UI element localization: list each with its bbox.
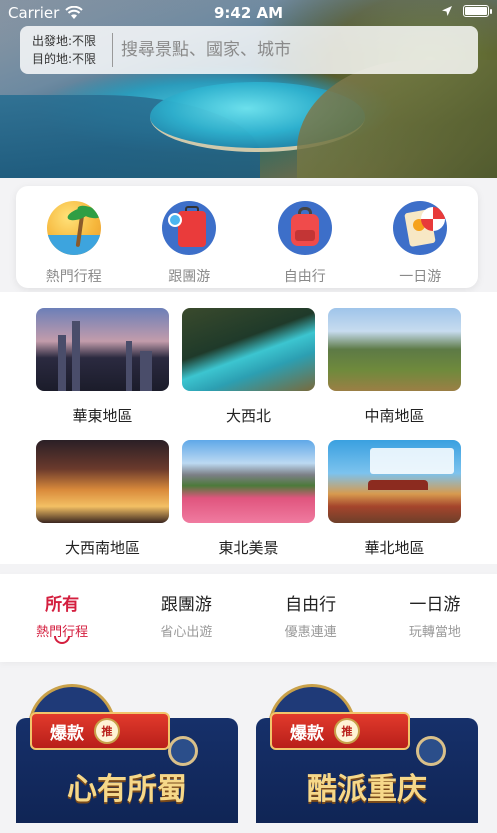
region-central-south[interactable]: 中南地區 bbox=[328, 308, 461, 426]
category-label: 一日游 bbox=[399, 269, 442, 285]
promo-title: 心有所蜀 bbox=[67, 772, 187, 807]
region-southwest[interactable]: 大西南地區 bbox=[36, 440, 169, 558]
depart-filter[interactable]: 出發地: 不限 bbox=[32, 32, 112, 50]
region-northeast[interactable]: 東北美景 bbox=[182, 440, 315, 558]
battery-icon bbox=[463, 5, 492, 17]
promo-card[interactable]: 爆款 推 酷派重庆 bbox=[256, 680, 478, 833]
region-grid: 華東地區 大西北 中南地區 大西南地區 東北美景 華北地區 bbox=[0, 292, 497, 564]
hero-cliff bbox=[297, 60, 497, 178]
destination-label: 目的地: bbox=[32, 52, 73, 66]
region-label: 大西北 bbox=[225, 407, 271, 425]
tab-all[interactable]: 所有 熱門行程 bbox=[7, 574, 117, 662]
hero-banner: Carrier 9:42 AM 出發地: 不限 目的地: 不限 bbox=[0, 0, 497, 178]
hot-badge-label: 爆款 bbox=[50, 723, 84, 744]
region-label: 中南地區 bbox=[364, 407, 425, 425]
recommend-tag: 推 bbox=[94, 718, 120, 744]
region-image bbox=[182, 440, 315, 523]
category-label: 熱門行程 bbox=[45, 269, 102, 285]
luggage-icon bbox=[162, 201, 217, 255]
region-image bbox=[328, 440, 461, 523]
depart-label: 出發地: bbox=[32, 34, 73, 48]
region-northwest[interactable]: 大西北 bbox=[182, 308, 315, 426]
tab-subtitle: 玩轉當地 bbox=[408, 625, 461, 640]
ticket-umbrella-icon bbox=[393, 201, 448, 255]
tab-title: 所有 bbox=[45, 595, 80, 615]
status-right bbox=[441, 5, 492, 17]
tab-title: 自由行 bbox=[285, 595, 337, 615]
region-label: 東北美景 bbox=[218, 539, 279, 557]
category-free-travel[interactable]: 自由行 bbox=[255, 201, 355, 286]
region-image bbox=[36, 440, 169, 523]
tab-subtitle: 省心出遊 bbox=[160, 625, 213, 640]
category-day-trip[interactable]: 一日游 bbox=[370, 201, 470, 286]
search-bar: 出發地: 不限 目的地: 不限 bbox=[20, 26, 478, 74]
backpack-icon bbox=[277, 201, 332, 255]
category-group-tour[interactable]: 跟團游 bbox=[139, 201, 239, 286]
promo-list: 爆款 推 心有所蜀 爆款 推 酷派重庆 bbox=[0, 680, 497, 833]
region-label: 大西南地區 bbox=[64, 539, 140, 557]
tab-title: 跟團游 bbox=[160, 595, 212, 615]
cloud-ornament-icon bbox=[416, 736, 446, 766]
search-divider bbox=[112, 33, 113, 67]
category-card: 熱門行程 跟團游 自由行 一日游 bbox=[16, 186, 478, 288]
destination-value: 不限 bbox=[72, 52, 97, 66]
cloud-ornament-icon bbox=[168, 736, 198, 766]
palm-beach-icon bbox=[46, 201, 101, 255]
region-north-china[interactable]: 華北地區 bbox=[328, 440, 461, 558]
region-label: 華北地區 bbox=[364, 539, 425, 557]
active-indicator-icon bbox=[54, 636, 71, 644]
search-input[interactable] bbox=[121, 40, 478, 60]
status-bar: Carrier 9:42 AM bbox=[0, 0, 497, 26]
region-label: 華東地區 bbox=[72, 407, 133, 425]
destination-filter[interactable]: 目的地: 不限 bbox=[32, 50, 112, 68]
recommend-tag: 推 bbox=[334, 718, 360, 744]
hot-badge: 爆款 推 bbox=[30, 712, 170, 750]
region-image bbox=[36, 308, 169, 391]
category-hot-tours[interactable]: 熱門行程 bbox=[24, 201, 124, 286]
region-image bbox=[328, 308, 461, 391]
status-time: 9:42 AM bbox=[213, 4, 284, 22]
tab-free-travel[interactable]: 自由行 優惠連連 bbox=[256, 574, 366, 662]
bottom-strip bbox=[0, 823, 497, 833]
category-label: 跟團游 bbox=[168, 269, 211, 285]
location-arrow-icon bbox=[442, 6, 452, 16]
hot-badge: 爆款 推 bbox=[270, 712, 410, 750]
tab-subtitle: 優惠連連 bbox=[284, 625, 337, 640]
promo-title: 酷派重庆 bbox=[307, 772, 427, 807]
depart-value: 不限 bbox=[72, 34, 97, 48]
category-label: 自由行 bbox=[283, 269, 326, 285]
filter-tabs: 所有 熱門行程 跟團游 省心出遊 自由行 優惠連連 一日游 玩轉當地 bbox=[0, 574, 497, 662]
region-east-china[interactable]: 華東地區 bbox=[36, 308, 169, 426]
search-filters[interactable]: 出發地: 不限 目的地: 不限 bbox=[20, 32, 112, 68]
tab-day-trip[interactable]: 一日游 玩轉當地 bbox=[380, 574, 490, 662]
region-image bbox=[182, 308, 315, 391]
promo-card[interactable]: 爆款 推 心有所蜀 bbox=[16, 680, 238, 833]
hot-badge-label: 爆款 bbox=[290, 723, 324, 744]
tab-group-tour[interactable]: 跟團游 省心出遊 bbox=[131, 574, 241, 662]
tab-title: 一日游 bbox=[409, 595, 461, 615]
